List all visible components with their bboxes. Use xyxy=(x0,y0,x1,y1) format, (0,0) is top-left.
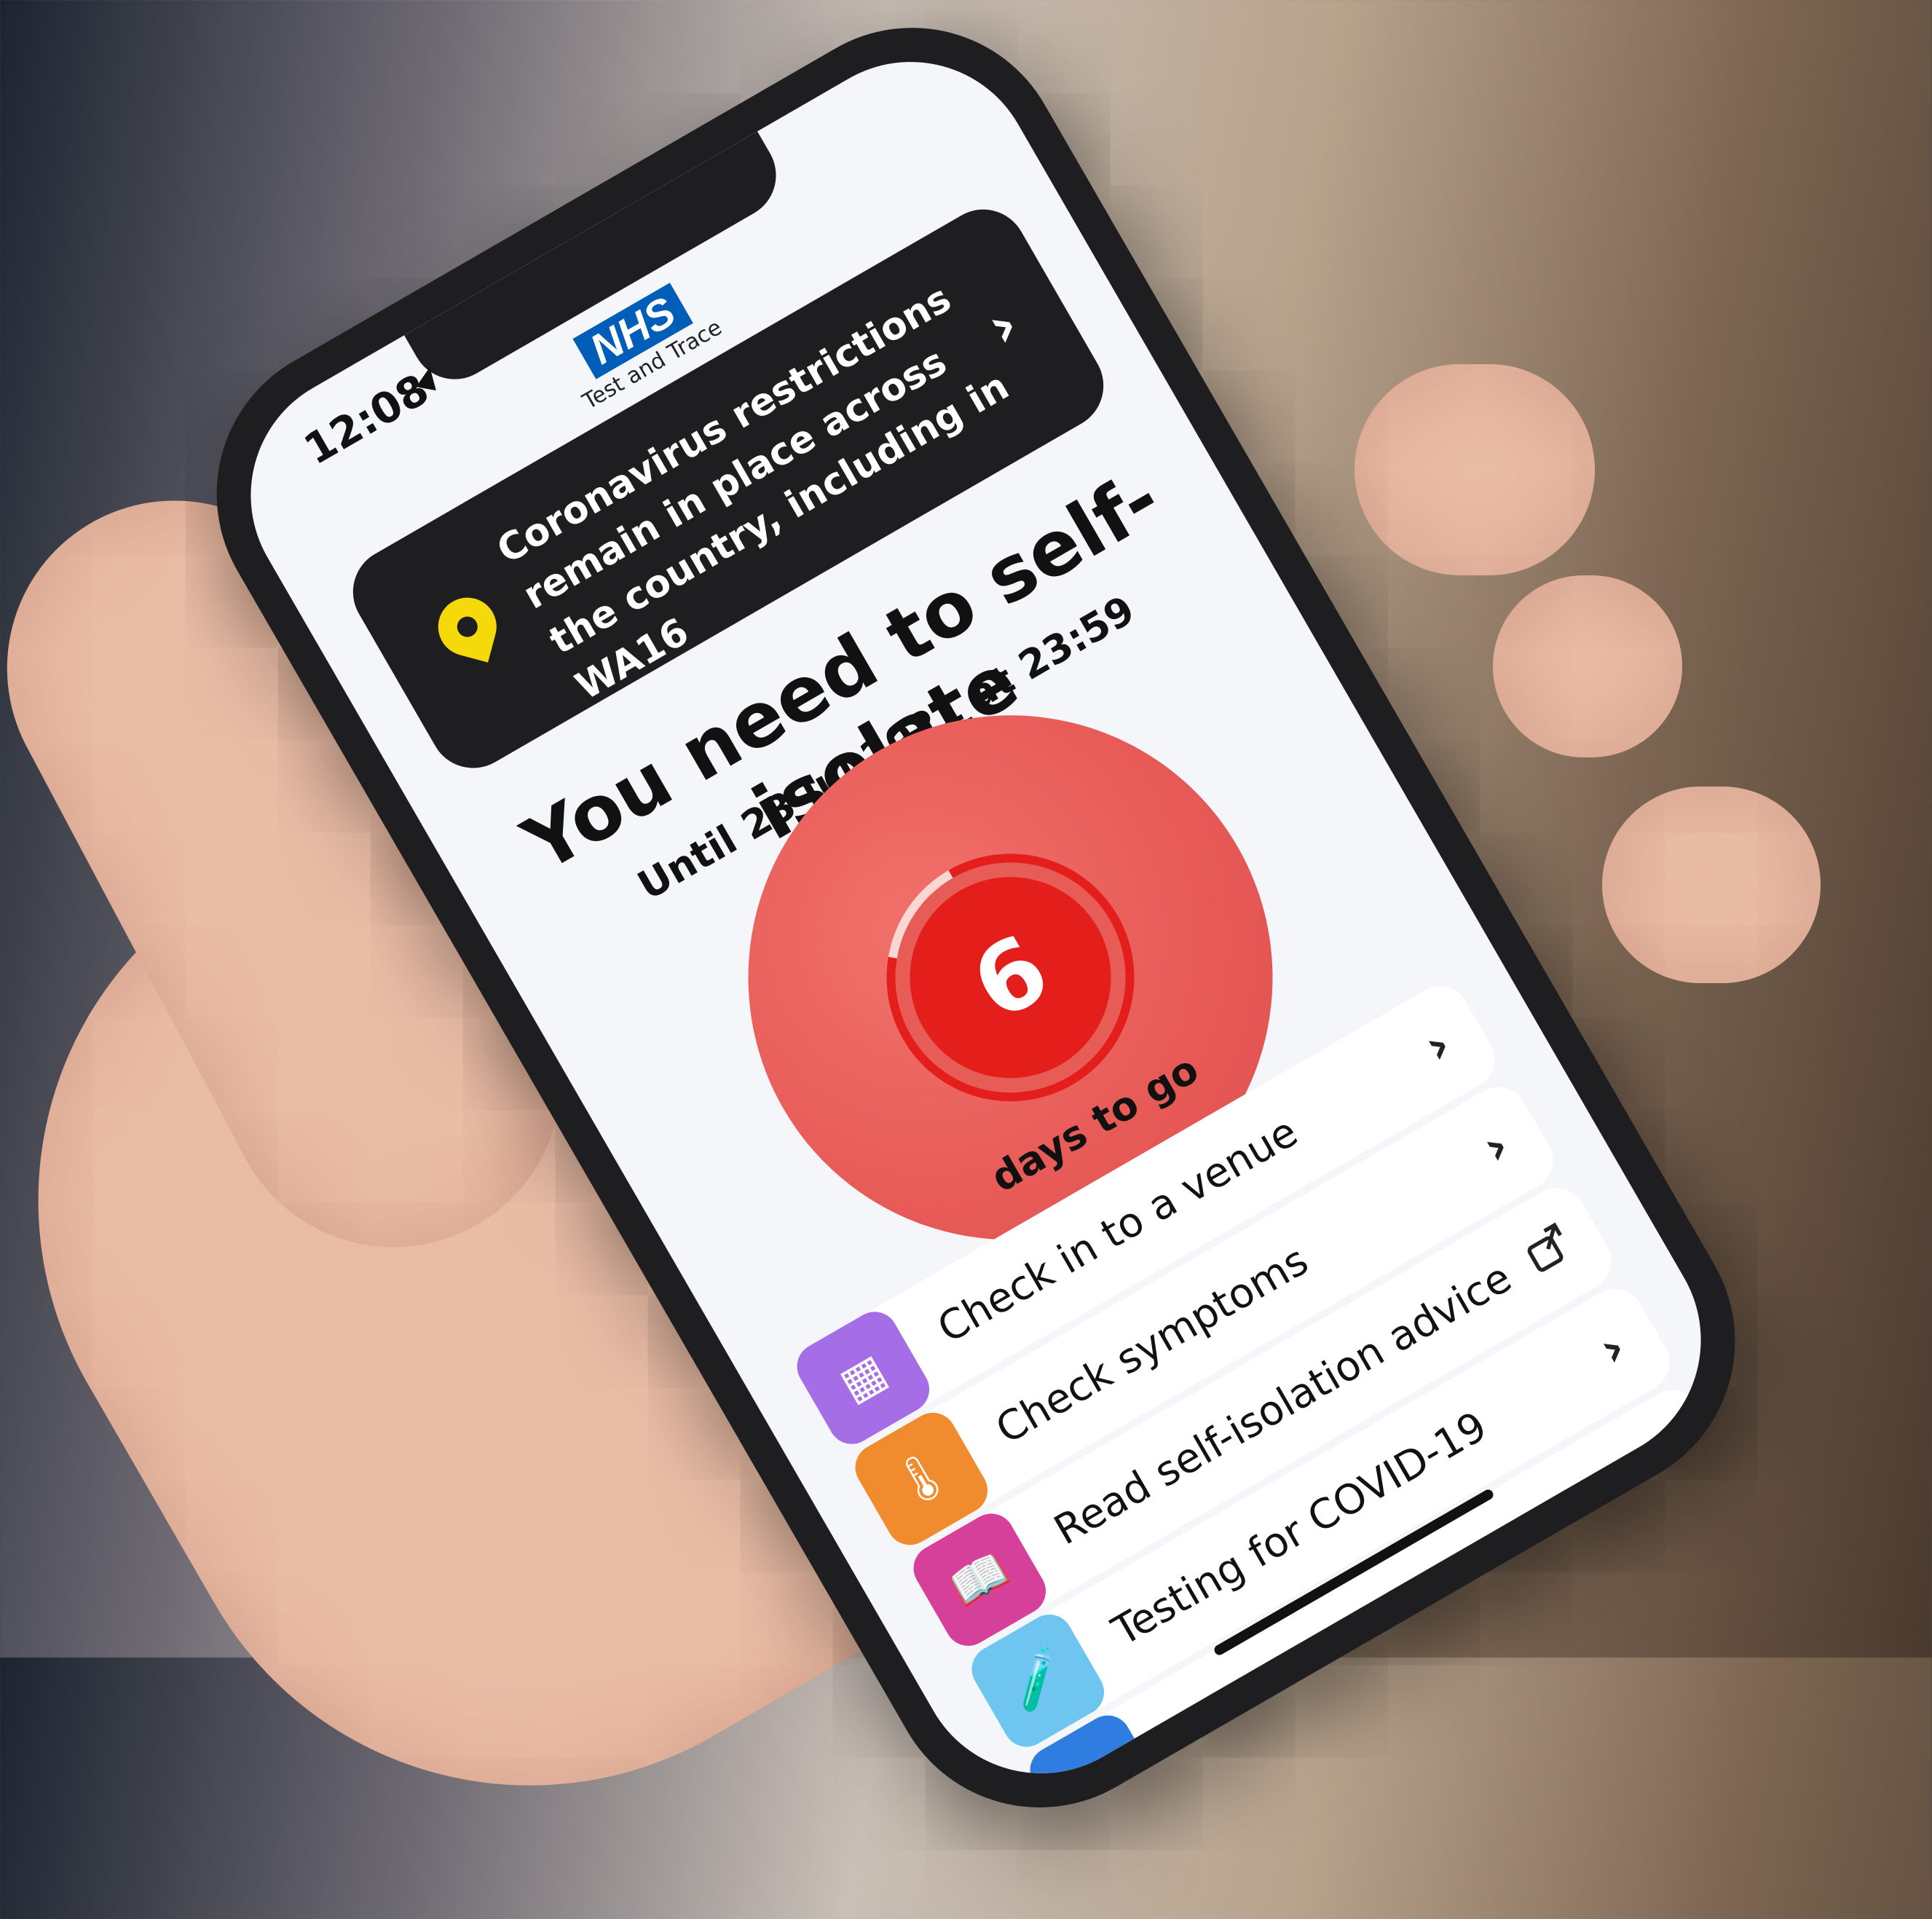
external-link-icon xyxy=(1527,1222,1564,1272)
chevron-right-icon: › xyxy=(1473,1117,1519,1176)
hand-finger xyxy=(1355,364,1595,575)
location-arrow-icon xyxy=(416,365,441,391)
hand-finger xyxy=(1493,575,1682,757)
chevron-right-icon: › xyxy=(1415,1016,1461,1076)
location-pin-icon xyxy=(431,591,503,663)
hand-finger xyxy=(1602,787,1821,983)
chevron-right-icon: › xyxy=(1590,1319,1636,1378)
